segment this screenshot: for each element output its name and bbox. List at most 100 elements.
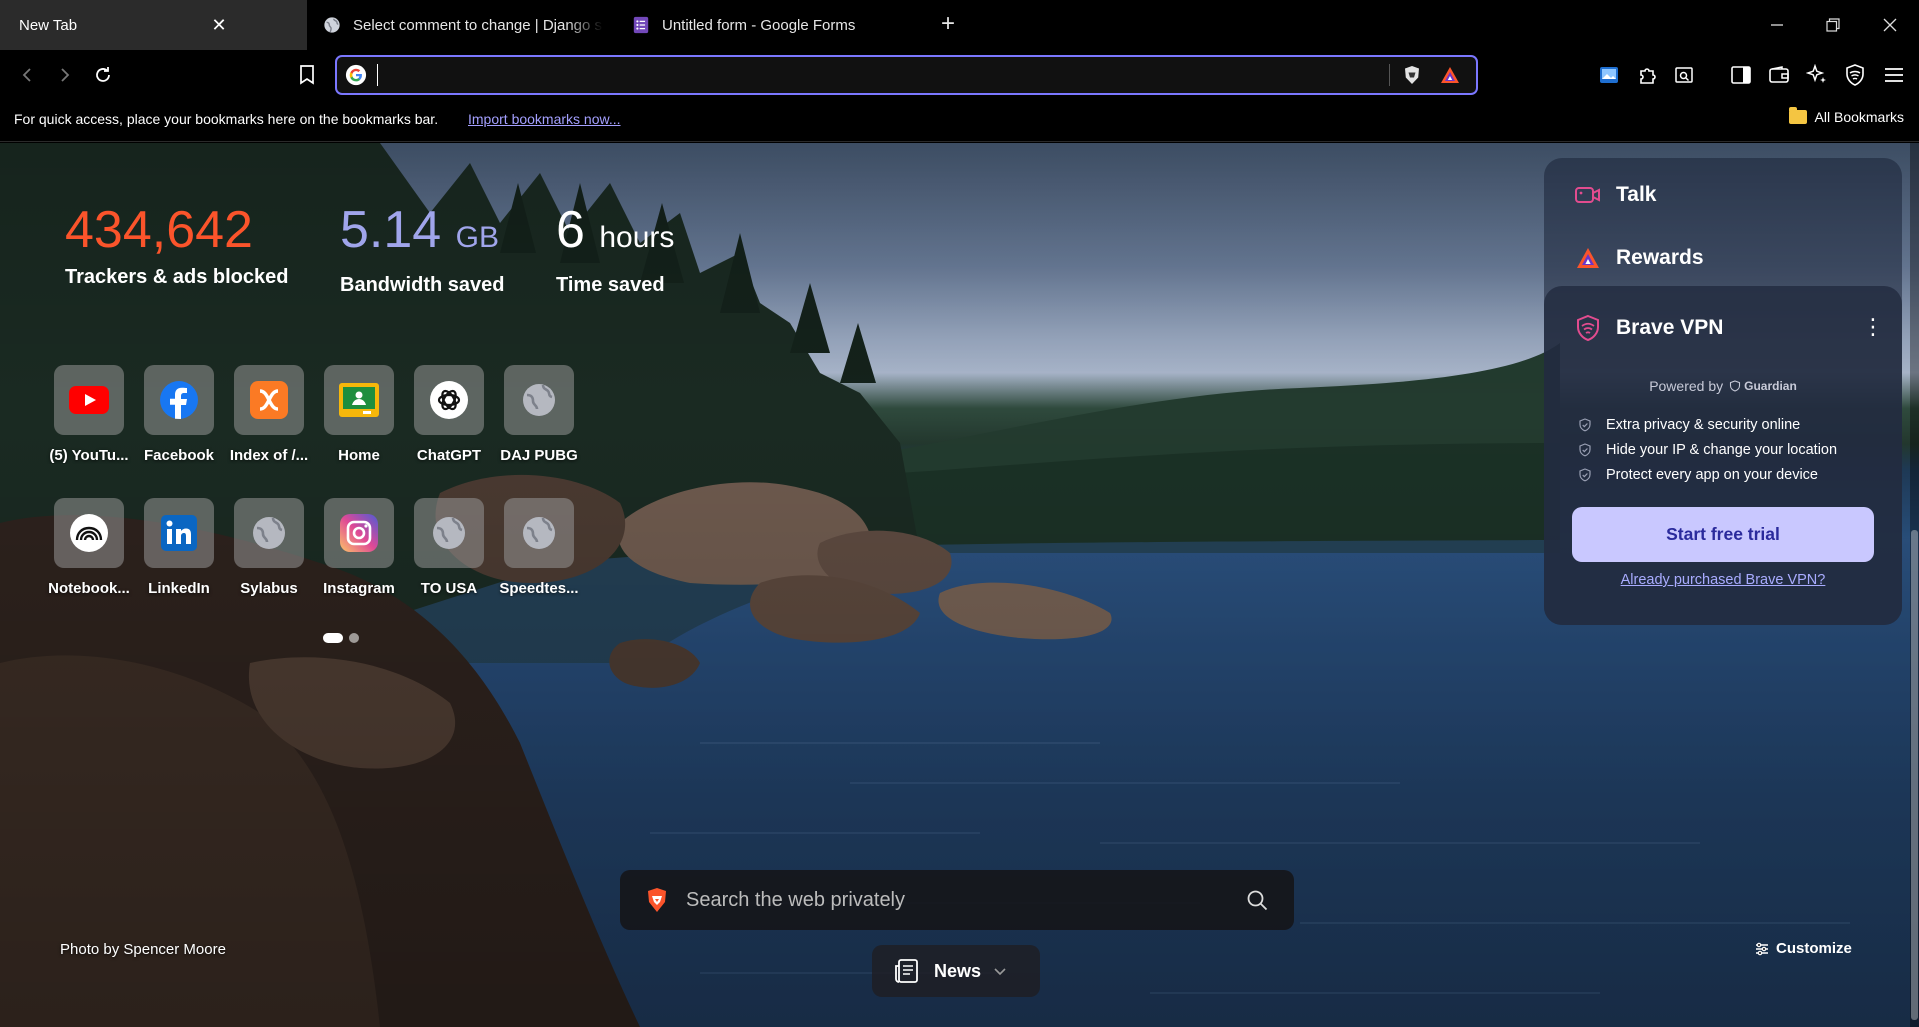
top-site-tile[interactable]: TO USA [404,498,494,597]
top-sites-pager [323,633,359,643]
top-site-tile[interactable]: Sylabus [224,498,314,597]
top-site-label: DAJ PUBG [500,447,578,464]
top-site-tile[interactable]: DAJ PUBG [494,365,584,464]
wallet-icon[interactable] [1764,60,1794,90]
top-site-label: LinkedIn [148,580,210,597]
divider [1389,64,1390,86]
time-value: 6 [556,201,585,259]
close-tab-icon[interactable]: ✕ [209,15,229,35]
top-site-label: (5) YouTu... [49,447,129,464]
vpn-shield-icon [1577,314,1599,342]
minimize-icon[interactable] [1759,10,1795,40]
time-label: Time saved [556,274,665,296]
new-tab-button[interactable]: + [936,12,960,38]
window-close-icon[interactable] [1872,10,1908,40]
leo-ai-icon[interactable] [1802,60,1832,90]
all-bookmarks-button[interactable]: All Bookmarks [1788,107,1904,125]
top-site-tile[interactable]: Speedtes... [494,498,584,597]
trackers-count: 434,642 [65,201,253,259]
address-input[interactable] [378,57,1389,93]
customize-button[interactable]: Customize [1755,940,1852,957]
tab-title: Untitled form - Google Forms [662,16,856,34]
search-icon[interactable] [1244,887,1270,913]
page-dot-active[interactable] [323,633,343,643]
newspaper-icon [895,959,918,983]
extension-image-icon[interactable] [1594,60,1624,90]
talk-label: Talk [1616,183,1657,206]
shield-check-icon [1579,418,1591,432]
page-dot[interactable] [349,633,359,643]
top-site-tile[interactable]: Home [314,365,404,464]
more-options-icon[interactable]: ⋮ [1862,316,1884,340]
page-search-icon[interactable] [1669,60,1699,90]
vpn-feature: Extra privacy & security online [1578,417,1800,433]
brave-shields-icon[interactable] [1400,63,1424,87]
import-bookmarks-link[interactable]: Import bookmarks now... [468,111,621,127]
facebook-icon [160,381,198,419]
forward-icon[interactable] [50,60,80,90]
brave-rewards-icon[interactable] [1438,63,1462,87]
talk-widget[interactable]: Talk [1574,181,1656,209]
restore-icon[interactable] [1815,10,1851,40]
search-box[interactable] [620,870,1294,930]
top-site-tile[interactable]: (5) YouTu... [44,365,134,464]
shield-check-icon [1579,443,1591,457]
globe-icon [433,517,465,549]
menu-icon[interactable] [1879,60,1909,90]
all-bookmarks-label: All Bookmarks [1814,109,1904,125]
start-free-trial-button[interactable]: Start free trial [1572,507,1874,562]
news-button[interactable]: News [872,945,1040,997]
globe-icon [523,384,555,416]
vpn-shield-icon[interactable] [1840,60,1870,90]
bandwidth-value: 5.14 [340,201,442,259]
shield-check-icon [1579,468,1591,482]
top-site-tile[interactable]: LinkedIn [134,498,224,597]
bookmarks-bar: For quick access, place your bookmarks h… [0,100,1919,142]
extensions-puzzle-icon[interactable] [1632,60,1662,90]
back-icon[interactable] [12,60,42,90]
stat-time: 6 hours Time saved [556,200,674,297]
top-site-label: Sylabus [240,580,298,597]
tab-title: New Tab [19,16,78,34]
vpn-feature-label: Extra privacy & security online [1606,417,1801,433]
rewards-widget[interactable]: Rewards [1574,244,1704,272]
tab-strip: New Tab ✕ Select comment to change | Dja… [0,0,1919,50]
google-classroom-icon [339,383,379,417]
vpn-feature-label: Hide your IP & change your location [1606,442,1838,458]
rewards-triangle-icon [1577,248,1599,268]
guardian-label: Guardian [1744,379,1797,393]
already-purchased-link[interactable]: Already purchased Brave VPN? [1544,572,1902,588]
youtube-icon [69,386,109,414]
guardian-logo: Guardian [1729,379,1797,393]
brave-lion-icon [648,888,666,912]
tab-django-admin[interactable]: Select comment to change | Django site a… [323,0,608,50]
sliders-icon [1756,942,1768,955]
vpn-feature: Hide your IP & change your location [1578,442,1837,458]
google-forms-icon [633,16,649,34]
sidebar-icon[interactable] [1726,60,1756,90]
guardian-shield-icon [1730,380,1741,392]
reload-icon[interactable] [88,60,118,90]
top-site-tile[interactable]: Instagram [314,498,404,597]
top-site-label: TO USA [420,580,478,597]
instagram-icon [340,514,378,552]
tab-new-tab[interactable]: New Tab ✕ [0,0,307,50]
address-bar[interactable] [335,55,1478,95]
bookmark-icon[interactable] [292,60,322,90]
tab-title: Select comment to change | Django site a… [353,16,603,34]
top-site-tile[interactable]: Index of /... [224,365,314,464]
top-site-label: Notebook... [48,580,130,597]
notebooklm-icon [70,514,108,552]
chevron-down-icon [994,968,1006,976]
search-input[interactable] [669,870,1244,930]
linkedin-icon [161,515,197,551]
customize-label: Customize [1776,940,1852,957]
top-site-tile[interactable]: Notebook... [44,498,134,597]
tab-google-forms[interactable]: Untitled form - Google Forms [632,0,917,50]
scrollbar-thumb[interactable] [1911,530,1918,1020]
top-site-tile[interactable]: Facebook [134,365,224,464]
time-unit: hours [599,221,675,254]
top-site-tile[interactable]: ChatGPT [404,365,494,464]
photo-credit[interactable]: Photo by Spencer Moore [60,941,226,958]
vpn-title: Brave VPN [1574,314,1723,342]
